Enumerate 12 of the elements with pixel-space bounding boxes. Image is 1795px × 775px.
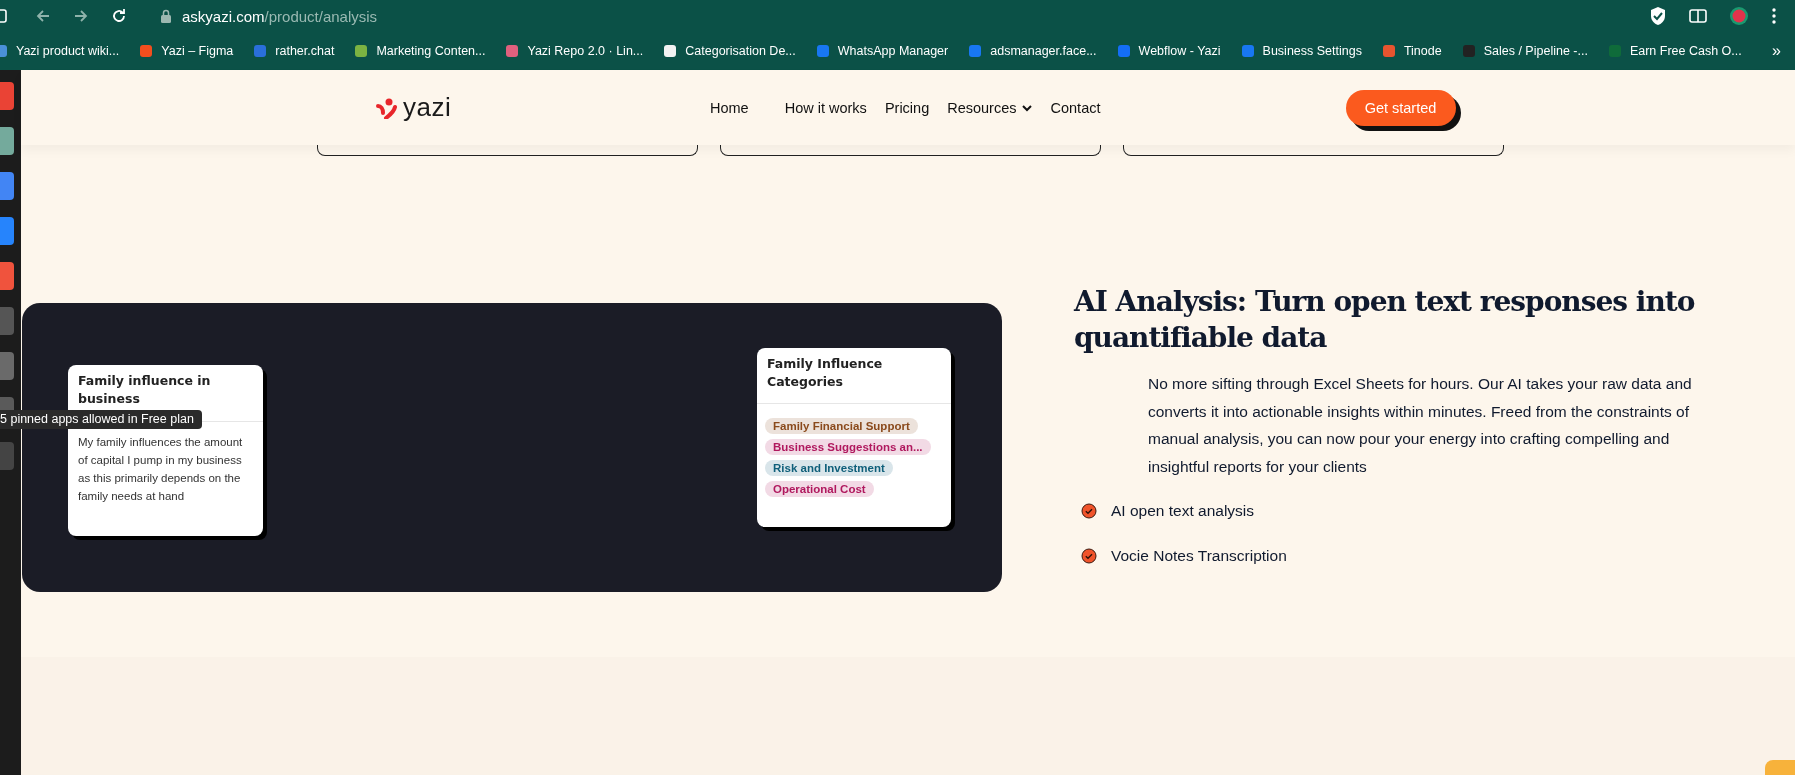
card-title: Family influence in business	[78, 372, 212, 408]
category-tag: Risk and Investment	[765, 460, 893, 476]
response-text: My family influences the amount of capital I pump in my business as this primarily depends on the family needs at hand	[77, 435, 244, 504]
feature-item: AI open text analysis	[1111, 502, 1255, 520]
tooltip: 5 pinned apps allowed in Free plan	[0, 410, 202, 429]
card-title: Family Influence Categories	[767, 355, 884, 391]
section-description: No more sifting through Excel Sheets for hours. Our AI takes your raw data and converts it into actionable insights within minutes. Freed from the constraints of manual analysis, you can now pour your energy into crafting compelling and insightful reports for your clients	[1148, 374, 1693, 477]
category-tag: Business Suggestions an...	[765, 439, 931, 455]
category-tag: Operational Cost	[765, 481, 874, 497]
section-heading: AI Analysis: Turn open text responses into quantifiable data	[1074, 284, 1696, 356]
category-tag: Family Financial Support	[765, 418, 918, 434]
feature-item: Vocie Notes Transcription	[1111, 547, 1287, 565]
